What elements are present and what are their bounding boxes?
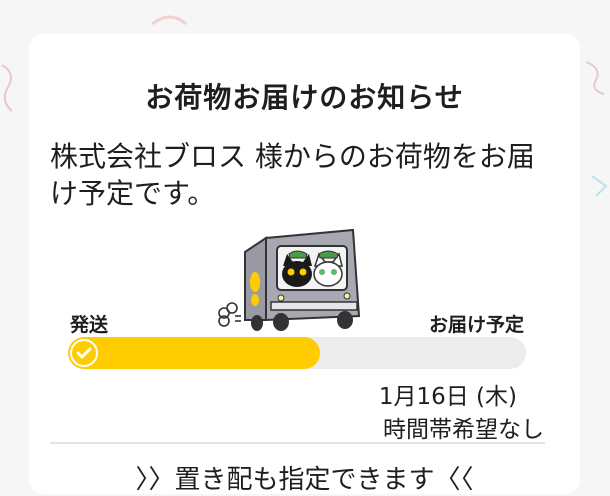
- background-decoration-left: [1, 64, 13, 112]
- step-label-scheduled-delivery: お届け予定: [428, 314, 524, 336]
- background-decoration-right-lower: [591, 175, 608, 197]
- progress-bar-fill: [68, 337, 320, 369]
- notice-message: 株式会社ブロス 様からのお荷物をお届け予定です。: [50, 140, 535, 210]
- notice-title: お荷物お届けのお知らせ: [145, 81, 464, 114]
- delivery-truck-illustration: [218, 228, 361, 331]
- background-decoration-right: [585, 61, 605, 95]
- delivery-progress-bar: [68, 337, 526, 369]
- white-cat-driver: [313, 250, 343, 287]
- divider: [50, 442, 545, 444]
- background-decoration-top: [151, 15, 187, 26]
- checkmark-icon: [76, 347, 92, 359]
- delivery-notice-card: お荷物お届けのお知らせ 株式会社ブロス 様からのお荷物をお届け予定です。 発送 …: [29, 34, 580, 496]
- progress-step-marker: [70, 339, 98, 367]
- drop-off-option-link[interactable]: 〉〉置き配も指定できます〈〈: [29, 459, 580, 496]
- black-cat-driver: [282, 250, 312, 287]
- delivery-time-slot: 時間帯希望なし: [383, 417, 544, 443]
- delivery-date: 1月16日 (木): [378, 384, 517, 410]
- exhaust-puff-icon: [218, 302, 241, 327]
- step-label-shipped: 発送: [70, 314, 109, 336]
